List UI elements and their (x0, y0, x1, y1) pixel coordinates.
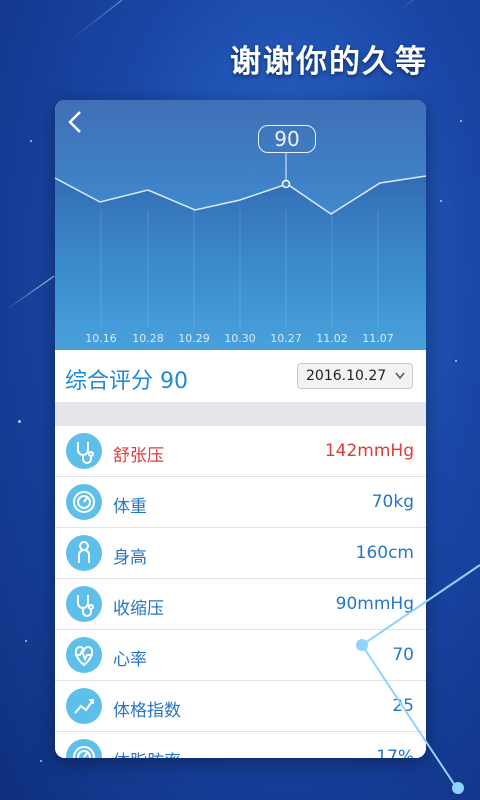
decorative-network-lines (356, 564, 480, 794)
